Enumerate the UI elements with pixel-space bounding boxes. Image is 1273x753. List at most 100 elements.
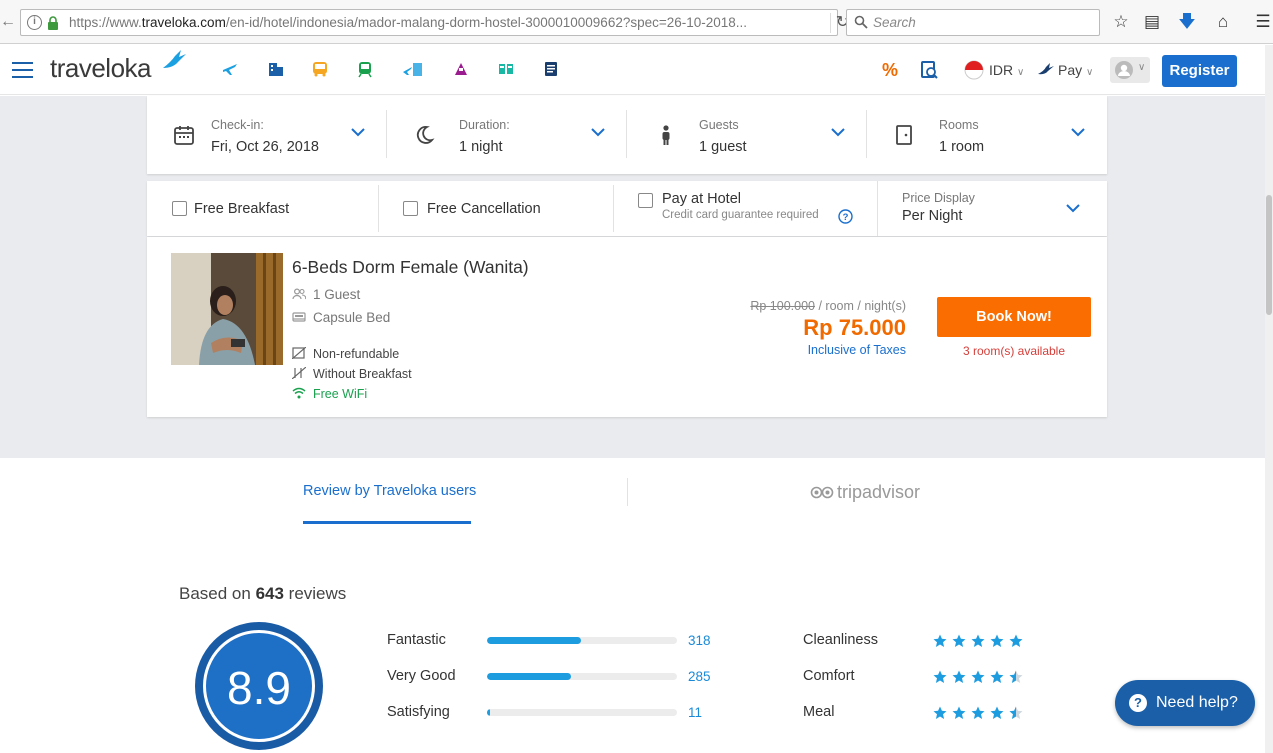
checkin-field[interactable]: Check-in: Fri, Oct 26, 2018	[147, 96, 387, 174]
need-help-button[interactable]: ? Need help?	[1115, 680, 1255, 726]
rooms-field[interactable]: Rooms 1 room	[867, 96, 1107, 174]
room-breakfast: Without Breakfast	[292, 367, 412, 381]
rating-bar	[487, 637, 677, 644]
rating-count: 285	[688, 669, 711, 684]
non-refundable-icon	[292, 347, 306, 359]
guests-field[interactable]: Guests 1 guest	[627, 96, 867, 174]
currency-selector[interactable]: IDR ∨	[989, 57, 1024, 83]
inclusive-of-taxes: Inclusive of Taxes	[807, 343, 906, 357]
rating-bar	[487, 673, 677, 680]
room-card: 6-Beds Dorm Female (Wanita) 1 Guest Caps…	[147, 237, 1107, 417]
info-icon[interactable]: i	[27, 15, 42, 30]
indonesia-flag-icon	[964, 60, 984, 80]
free-breakfast-label: Free Breakfast	[194, 201, 290, 217]
room-price: Rp 75.000	[803, 315, 906, 340]
room-photo-image	[171, 253, 283, 365]
free-cancellation-checkbox[interactable]	[403, 201, 418, 216]
pay-at-hotel-label: Pay at Hotel	[662, 191, 741, 207]
moon-icon	[416, 126, 435, 144]
duration-field[interactable]: Duration: 1 night	[387, 96, 627, 174]
category-stars	[933, 670, 1028, 684]
room-wifi: Free WiFi	[292, 387, 367, 401]
promo-icon[interactable]: %	[882, 57, 898, 83]
active-tab-indicator	[303, 521, 471, 524]
pay-bird-icon	[1038, 63, 1054, 75]
rating-bar	[487, 709, 677, 716]
star-icon	[971, 706, 985, 719]
rating-label: Fantastic	[387, 632, 446, 648]
star-icon	[933, 706, 947, 719]
register-button[interactable]: Register	[1162, 55, 1237, 87]
browser-search-input[interactable]: Search	[846, 9, 1100, 36]
room-filters: Free Breakfast Free Cancellation Pay at …	[147, 181, 1107, 236]
person-icon	[662, 125, 670, 145]
star-icon	[1009, 634, 1023, 647]
flight-hotel-icon[interactable]	[402, 60, 424, 78]
wifi-icon	[292, 387, 306, 399]
chevron-down-icon: ∨	[1138, 62, 1146, 73]
traveloka-logo[interactable]: traveloka	[50, 53, 152, 84]
rating-bar-fill	[487, 637, 582, 644]
site-header: traveloka % IDR ∨ Pay ∨ ∨ Register	[0, 45, 1273, 95]
original-price: Rp 100.000 / room / night(s)	[750, 299, 906, 313]
guests-icon	[292, 288, 306, 300]
chevron-down-icon	[831, 128, 845, 137]
url-text: https://www.traveloka.com/en-id/hotel/in…	[69, 15, 748, 30]
star-icon	[1009, 670, 1023, 683]
bus-icon[interactable]	[311, 60, 329, 78]
price-display-select[interactable]: Price Display Per Night	[878, 181, 1107, 236]
star-icon	[990, 706, 1004, 719]
hamburger-menu-icon[interactable]	[12, 62, 33, 78]
room-guests: 1 Guest	[292, 287, 360, 302]
pay-menu[interactable]: Pay ∨	[1058, 57, 1093, 83]
star-icon	[952, 706, 966, 719]
category-label: Comfort	[803, 668, 855, 684]
pay-at-hotel-note: Credit card guarantee required	[662, 209, 819, 221]
flight-icon[interactable]	[221, 60, 239, 78]
pay-at-hotel-checkbox[interactable]	[638, 193, 653, 208]
avatar-icon	[1115, 61, 1133, 79]
address-bar[interactable]: i https://www.traveloka.com/en-id/hotel/…	[20, 9, 849, 36]
calendar-icon	[174, 126, 194, 145]
page-scrollbar[interactable]	[1265, 45, 1273, 753]
account-menu[interactable]: ∨	[1110, 57, 1150, 83]
star-icon	[952, 634, 966, 647]
reading-list-icon[interactable]: ▤	[1142, 12, 1162, 32]
rating-label: Satisfying	[387, 704, 450, 720]
train-icon[interactable]	[356, 60, 374, 78]
menu-icon[interactable]: ☰	[1253, 12, 1273, 32]
chevron-down-icon	[1066, 204, 1080, 213]
category-label: Cleanliness	[803, 632, 878, 648]
stay-search-bar: Check-in: Fri, Oct 26, 2018 Duration: 1 …	[147, 96, 1107, 174]
tab-traveloka-reviews[interactable]: Review by Traveloka users	[303, 483, 476, 499]
door-icon	[896, 125, 912, 145]
star-icon	[971, 670, 985, 683]
category-stars	[933, 706, 1028, 720]
car-rental-icon[interactable]	[497, 60, 515, 78]
category-label: Meal	[803, 704, 835, 720]
rating-label: Very Good	[387, 668, 456, 684]
category-stars	[933, 634, 1028, 648]
home-icon[interactable]: ⌂	[1213, 12, 1233, 32]
booking-check-icon[interactable]	[920, 60, 938, 80]
rating-count: 318	[688, 633, 711, 648]
itinerary-icon[interactable]	[542, 60, 560, 78]
download-icon[interactable]: 🡇	[1177, 12, 1197, 32]
activities-icon[interactable]	[452, 60, 470, 78]
room-photo[interactable]	[171, 253, 283, 365]
free-breakfast-checkbox[interactable]	[172, 201, 187, 216]
rating-count: 11	[688, 705, 703, 720]
hotel-icon[interactable]	[267, 60, 285, 78]
help-question-icon[interactable]: ?	[838, 209, 853, 224]
back-arrow-icon[interactable]: ←	[0, 12, 16, 32]
book-now-button[interactable]: Book Now!	[937, 297, 1091, 337]
tab-tripadvisor[interactable]: tripadvisor	[810, 482, 920, 503]
bird-logo-icon	[163, 50, 186, 68]
question-icon: ?	[1129, 694, 1147, 712]
room-title: 6-Beds Dorm Female (Wanita)	[292, 257, 529, 277]
lock-icon	[48, 16, 58, 30]
bed-icon	[292, 312, 306, 322]
star-bookmark-icon[interactable]: ☆	[1111, 12, 1131, 32]
search-icon	[854, 15, 868, 29]
rating-bar-fill	[487, 673, 572, 680]
